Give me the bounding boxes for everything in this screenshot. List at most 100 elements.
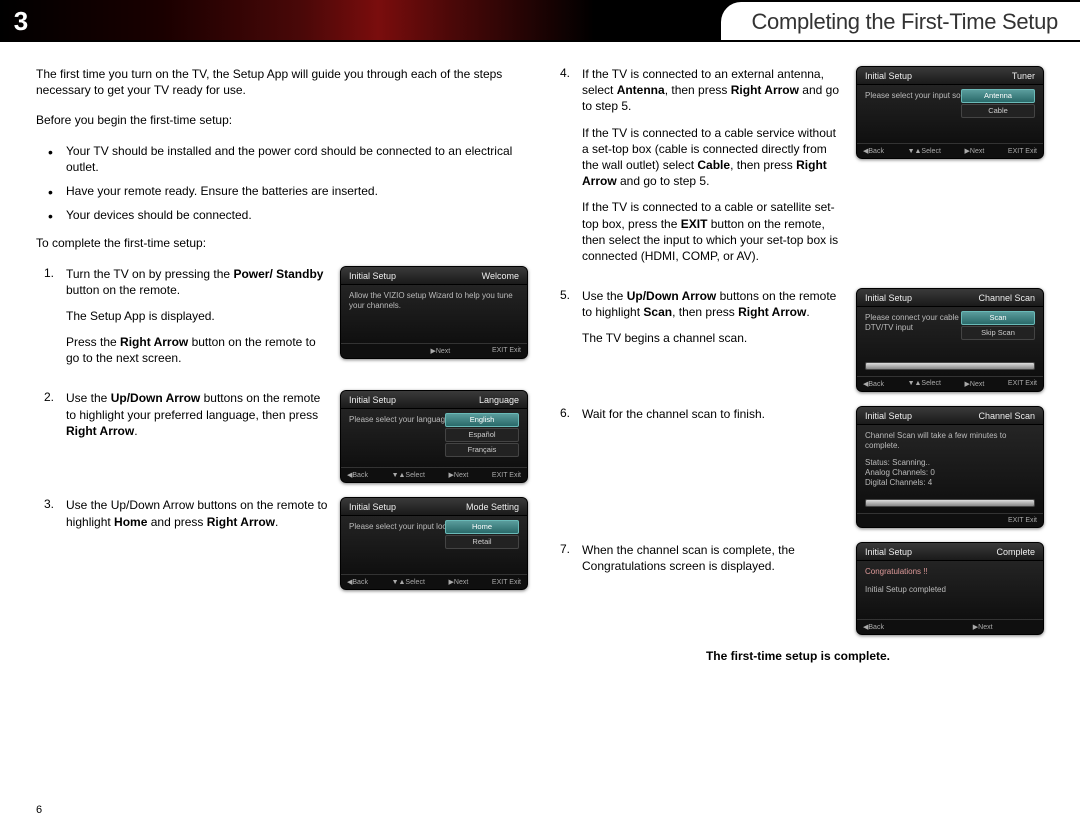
- t: Welcome: [482, 271, 519, 281]
- opt: Antenna: [961, 89, 1035, 103]
- step-7: 7. When the channel scan is complete, th…: [552, 542, 1044, 635]
- t: Initial Setup: [349, 395, 396, 405]
- step-1: 1. Turn the TV on by pressing the Power/…: [36, 266, 528, 377]
- before-label: Before you begin the first-time setup:: [36, 112, 528, 128]
- bullet-item: Your TV should be installed and the powe…: [66, 143, 528, 175]
- t: Home: [114, 515, 147, 529]
- opt: Español: [445, 428, 519, 442]
- t: Use the: [66, 391, 111, 405]
- t: ◀Back: [863, 380, 884, 388]
- step-5: 5. Use the Up/Down Arrow buttons on the …: [552, 288, 1044, 392]
- t: EXIT Exit: [1008, 380, 1037, 388]
- t: Right Arrow: [207, 515, 275, 529]
- t: Status: Scanning..: [865, 458, 1035, 468]
- step-body: Use the Up/Down Arrow buttons on the rem…: [66, 390, 328, 449]
- page-header: 3 Completing the First-Time Setup: [0, 0, 1080, 42]
- final-statement: The first-time setup is complete.: [552, 649, 1044, 663]
- t: The TV begins a channel scan.: [582, 330, 844, 346]
- t: ▼▲Select: [392, 578, 425, 586]
- t: Tuner: [1012, 71, 1035, 81]
- t: Please select your language:: [349, 415, 452, 424]
- step-body: If the TV is connected to an external an…: [582, 66, 844, 274]
- bullet-item: Have your remote ready. Ensure the batte…: [66, 183, 528, 199]
- screenshot-tuner: Initial SetupTuner Please select your in…: [856, 66, 1044, 159]
- step-2: 2. Use the Up/Down Arrow buttons on the …: [36, 390, 528, 483]
- t: ▼▲Select: [908, 380, 941, 388]
- t: ▶Next: [965, 147, 985, 155]
- t: ▶Next: [430, 347, 450, 355]
- right-column: 4. If the TV is connected to an external…: [552, 66, 1044, 663]
- t: Power/ Standby: [233, 267, 323, 281]
- chapter-number: 3: [0, 0, 42, 42]
- opt: Cable: [961, 104, 1035, 118]
- t: Up/Down Arrow: [111, 391, 201, 405]
- content-columns: The first time you turn on the TV, the S…: [0, 42, 1080, 663]
- screenshot-welcome: Initial SetupWelcome Allow the VIZIO set…: [340, 266, 528, 359]
- opt: Scan: [961, 311, 1035, 325]
- step-number: 1.: [36, 266, 54, 280]
- t: ◀Back: [863, 623, 884, 631]
- t: EXIT: [681, 217, 708, 231]
- t: ▶Next: [973, 623, 993, 631]
- t: Congratulations !!: [865, 567, 1035, 577]
- screenshot-scan-progress: Initial Setup Channel Scan Channel Scan w…: [856, 406, 1044, 528]
- opt: Retail: [445, 535, 519, 549]
- t: and go to step 5.: [617, 174, 710, 188]
- t: button on the remote.: [66, 283, 180, 297]
- t: EXIT Exit: [1008, 517, 1037, 524]
- t: .: [806, 305, 809, 319]
- step-number: 4.: [552, 66, 570, 80]
- page-title: Completing the First-Time Setup: [751, 9, 1058, 35]
- step-3: 3. Use the Up/Down Arrow buttons on the …: [36, 497, 528, 590]
- t: Initial Setup: [349, 502, 396, 512]
- t: Antenna: [617, 83, 665, 97]
- scan-progress-bar: [865, 499, 1035, 507]
- opt: English: [445, 413, 519, 427]
- step-number: 7.: [552, 542, 570, 556]
- t: .: [275, 515, 278, 529]
- screenshot-complete: Initial SetupComplete Congratulations !!…: [856, 542, 1044, 635]
- t: ◀Back: [347, 578, 368, 586]
- step-4: 4. If the TV is connected to an external…: [552, 66, 1044, 274]
- t: Allow the VIZIO setup Wizard to help you…: [341, 285, 527, 343]
- t: Channel Scan: [978, 411, 1035, 421]
- t: and press: [147, 515, 206, 529]
- step-body: Use the Up/Down Arrow buttons on the rem…: [582, 288, 844, 357]
- t: ▼▲Select: [908, 147, 941, 155]
- t: ◀Back: [347, 471, 368, 479]
- steps-left: 1. Turn the TV on by pressing the Power/…: [36, 266, 528, 591]
- t: Use the: [582, 289, 627, 303]
- t: Right Arrow: [738, 305, 806, 319]
- step-body: Wait for the channel scan to finish.: [582, 406, 844, 432]
- t: Turn the TV on by pressing the: [66, 267, 233, 281]
- screenshot-language: Initial SetupLanguage Please select your…: [340, 390, 528, 483]
- t: Initial Setup: [865, 293, 912, 303]
- t: Mode Setting: [466, 502, 519, 512]
- step-number: 5.: [552, 288, 570, 302]
- intro-text: The first time you turn on the TV, the S…: [36, 66, 528, 98]
- t: Complete: [996, 547, 1035, 557]
- t: Scan: [643, 305, 672, 319]
- t: Digital Channels: 4: [865, 478, 1035, 488]
- t: Channel Scan will take a few minutes to …: [865, 431, 1035, 452]
- t: Channel Scan: [978, 293, 1035, 303]
- screenshot-scan: Initial SetupChannel Scan Please connect…: [856, 288, 1044, 392]
- screenshot-mode: Initial SetupMode Setting Please select …: [340, 497, 528, 590]
- t: Right Arrow: [66, 424, 134, 438]
- t: When the channel scan is complete, the C…: [582, 542, 844, 574]
- t: Initial Setup: [865, 411, 912, 421]
- bullet-item: Your devices should be connected.: [66, 207, 528, 223]
- step-number: 2.: [36, 390, 54, 404]
- t: , then press: [665, 83, 731, 97]
- t: Cable: [697, 158, 730, 172]
- t: EXIT Exit: [492, 471, 521, 479]
- t: ▶Next: [965, 380, 985, 388]
- t: , then press: [730, 158, 796, 172]
- step-body: When the channel scan is complete, the C…: [582, 542, 844, 584]
- t: Analog Channels: 0: [865, 468, 1035, 478]
- opt: Français: [445, 443, 519, 457]
- t: EXIT Exit: [492, 347, 521, 355]
- opt: Home: [445, 520, 519, 534]
- title-box: Completing the First-Time Setup: [719, 0, 1080, 42]
- t: , then press: [672, 305, 738, 319]
